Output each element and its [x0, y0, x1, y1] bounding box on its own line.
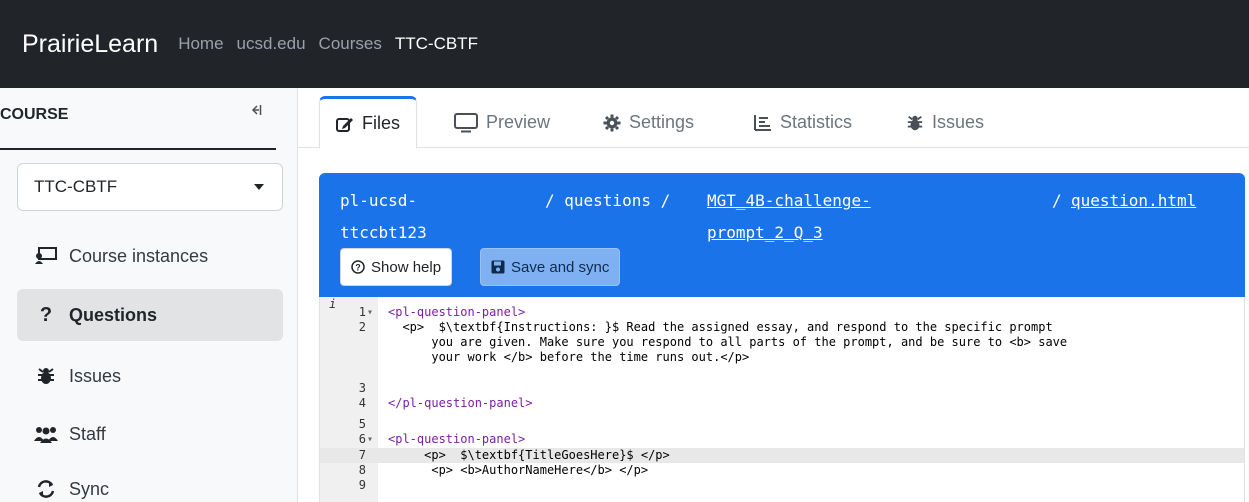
course-select[interactable]: TTC-CBTF	[17, 163, 283, 211]
show-help-button[interactable]: ? Show help	[340, 248, 453, 286]
nav-link-home[interactable]: Home	[178, 34, 223, 54]
breadcrumb-folder-link[interactable]: MGT_4B-challenge-	[707, 191, 871, 210]
sidebar-item-issues[interactable]: Issues	[17, 350, 283, 402]
page-tabs: Files Preview Settings Statistics Issues	[298, 88, 1249, 149]
sidebar-item-label: Staff	[69, 423, 106, 444]
tab-label: Issues	[932, 112, 985, 132]
brand-logo[interactable]: PrairieLearn	[22, 30, 158, 59]
show-help-label: Show help	[371, 258, 442, 276]
code-line: your work </b> before the time runs out.…	[320, 350, 1244, 365]
code-text: </pl-question-panel>	[388, 396, 533, 410]
sidebar-item-staff[interactable]: Staff	[17, 408, 283, 460]
tab-label: Preview	[486, 112, 551, 132]
code-line: you are given. Make sure you respond to …	[320, 335, 1244, 350]
breadcrumb-separator: / questions /	[545, 191, 671, 210]
code-line: 6 ▾ <pl-question-panel>	[320, 432, 1244, 447]
sidebar: COURSE TTC-CBTF Course instances ? Quest…	[0, 88, 298, 502]
line-number: 3	[358, 381, 366, 395]
bug-icon	[33, 366, 59, 386]
sidebar-header-divider	[0, 148, 276, 150]
line-number: 7	[358, 448, 366, 462]
sidebar-item-course-instances[interactable]: Course instances	[17, 230, 283, 282]
fold-arrow-icon[interactable]: ▾	[367, 305, 373, 320]
code-line: 4 </pl-question-panel>	[320, 396, 1244, 411]
line-number: 4	[358, 396, 366, 410]
breadcrumb-folder-link-cont[interactable]: prompt_2_Q_3	[707, 223, 823, 242]
line-number: 2	[358, 320, 366, 334]
line-number: 1	[358, 305, 366, 319]
save-icon	[491, 260, 505, 274]
fold-arrow-icon[interactable]: ▾	[367, 432, 373, 447]
question-icon: ?	[39, 303, 53, 326]
code-line: 9	[320, 478, 1244, 493]
chevron-down-icon	[254, 184, 264, 190]
breadcrumb-root-line1[interactable]: pl-ucsd-	[340, 191, 417, 210]
breadcrumb-separator: /	[1052, 191, 1062, 210]
tab-files[interactable]: Files	[319, 96, 418, 149]
code-text: you are given. Make sure you respond to …	[388, 335, 1068, 349]
sync-icon	[33, 479, 59, 499]
code-text: <pl-question-panel>	[388, 305, 526, 319]
chart-icon	[754, 114, 772, 131]
bug-icon	[906, 114, 924, 132]
course-select-value: TTC-CBTF	[34, 177, 118, 196]
svg-text:?: ?	[355, 263, 361, 273]
nav-link-course[interactable]: TTC-CBTF	[395, 34, 478, 54]
help-circle-icon: ?	[351, 260, 365, 274]
code-line-active: 7 <p> $\textbf{TitleGoesHere}$ </p>	[320, 448, 1244, 463]
tab-settings[interactable]: Settings	[603, 96, 694, 149]
sidebar-item-sync[interactable]: Sync	[17, 463, 283, 502]
tab-preview[interactable]: Preview	[454, 96, 550, 149]
code-line: 3	[320, 381, 1244, 396]
tab-label: Files	[362, 113, 401, 133]
line-number: 6	[358, 432, 366, 446]
line-number: 5	[358, 417, 366, 431]
code-line: 1 ▾ <pl-question-panel>	[320, 305, 1244, 320]
code-text: <pl-question-panel>	[388, 432, 526, 446]
code-line: 5	[320, 417, 1244, 432]
sidebar-item-questions[interactable]: ? Questions	[17, 289, 283, 341]
nav-link-courses[interactable]: Courses	[319, 34, 382, 54]
breadcrumb-root-line2[interactable]: ttccbt123	[340, 223, 427, 242]
code-text: <p> $\textbf{Instructions: }$ Read the a…	[388, 320, 1053, 334]
sidebar-header: COURSE	[0, 106, 69, 123]
gear-icon	[603, 114, 621, 132]
collapse-left-icon[interactable]	[248, 102, 262, 123]
sidebar-item-label: Course instances	[69, 245, 209, 266]
sidebar-item-label: Issues	[69, 365, 122, 386]
code-editor[interactable]: i 1 ▾ <pl-question-panel> 2 <p> $\textbf…	[319, 297, 1245, 502]
tab-label: Settings	[629, 112, 695, 132]
users-icon	[33, 425, 59, 443]
tab-label: Statistics	[780, 112, 853, 132]
file-breadcrumb-panel: pl-ucsd- ttccbt123 / questions / MGT_4B-…	[319, 173, 1245, 297]
sidebar-item-label: Questions	[69, 304, 158, 325]
line-number: 8	[358, 463, 366, 477]
tab-statistics[interactable]: Statistics	[754, 96, 852, 149]
top-navbar: PrairieLearn Home ucsd.edu Courses TTC-C…	[0, 0, 1249, 88]
nav-link-institution[interactable]: ucsd.edu	[237, 34, 306, 54]
edit-icon	[336, 115, 354, 133]
code-line: 2 <p> $\textbf{Instructions: }$ Read the…	[320, 320, 1244, 335]
code-text: <p> $\textbf{TitleGoesHere}$ </p>	[388, 448, 670, 462]
save-and-sync-button[interactable]: Save and sync	[480, 248, 621, 286]
breadcrumb-file-link[interactable]: question.html	[1071, 191, 1196, 210]
code-text: <p> <b>AuthorNameHere</b> </p>	[388, 463, 649, 477]
code-line: 8 <p> <b>AuthorNameHere</b> </p>	[320, 463, 1244, 478]
sidebar-item-label: Sync	[69, 478, 110, 499]
tab-issues[interactable]: Issues	[906, 96, 984, 149]
save-and-sync-label: Save and sync	[511, 258, 610, 276]
code-text: your work </b> before the time runs out.…	[388, 350, 750, 364]
monitor-icon	[454, 112, 478, 133]
line-number: 9	[358, 478, 366, 492]
chalkboard-icon	[33, 247, 59, 265]
